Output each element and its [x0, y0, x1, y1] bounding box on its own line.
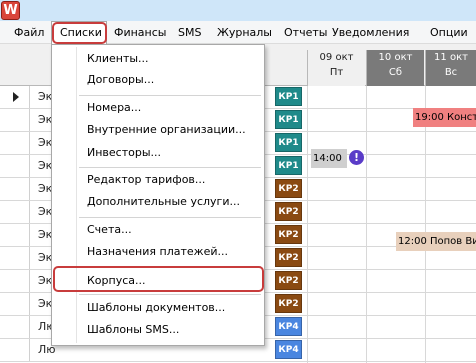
- menu-item-investors[interactable]: Инвесторы...: [87, 142, 161, 164]
- day-date: 11 окт: [434, 52, 468, 63]
- menu-item-payment-purposes[interactable]: Назначения платежей...: [87, 241, 228, 263]
- day-weekday: Пт: [329, 67, 344, 78]
- row-selector[interactable]: [0, 339, 30, 361]
- lists-dropdown-menu: Клиенты... Договоры... Номера... Внутрен…: [51, 44, 265, 346]
- building-badge: КР1: [275, 156, 302, 175]
- menu-reports[interactable]: Отчеты: [284, 21, 327, 44]
- menu-lists[interactable]: Списки: [51, 21, 107, 44]
- title-bar: W: [0, 0, 476, 21]
- menu-separator: [79, 266, 261, 267]
- menu-item-document-templates[interactable]: Шаблоны документов...: [87, 297, 225, 319]
- menu-separator: [79, 217, 261, 218]
- menu-separator: [79, 167, 261, 168]
- app-logo-icon[interactable]: W: [1, 1, 20, 20]
- menu-item-clients[interactable]: Клиенты...: [87, 48, 149, 70]
- building-badge: КР2: [275, 179, 302, 198]
- menu-bar: Файл Списки Финансы SMS Журналы Отчеты У…: [0, 21, 476, 44]
- row-selector[interactable]: [0, 224, 30, 246]
- row-selector[interactable]: [0, 132, 30, 154]
- current-row-arrow-icon: [13, 92, 19, 102]
- day-date: 09 окт: [319, 52, 354, 63]
- alert-icon[interactable]: !: [349, 150, 364, 165]
- menu-finance[interactable]: Финансы: [114, 21, 166, 44]
- grid-divider: [366, 86, 367, 363]
- menu-item-extra-services[interactable]: Дополнительные услуги...: [87, 191, 240, 213]
- grid-divider: [425, 86, 426, 363]
- menu-item-contracts[interactable]: Договоры...: [87, 69, 154, 91]
- menu-separator: [79, 294, 261, 295]
- building-badge: КР2: [275, 271, 302, 290]
- day-date: 10 окт: [378, 52, 413, 63]
- building-badge: КР2: [275, 225, 302, 244]
- menu-sms[interactable]: SMS: [178, 21, 201, 44]
- menu-item-rooms[interactable]: Номера...: [87, 97, 141, 119]
- day-header[interactable]: 11 окт Вс: [425, 50, 476, 86]
- menu-journals[interactable]: Журналы: [217, 21, 272, 44]
- booking-block[interactable]: 19:00 Конст: [413, 108, 476, 127]
- menu-item-internal-orgs[interactable]: Внутренние организации...: [87, 119, 246, 141]
- row-selector[interactable]: [0, 293, 30, 315]
- menu-item-buildings[interactable]: Корпуса...: [87, 270, 146, 292]
- menu-options[interactable]: Опции: [430, 21, 468, 44]
- menu-item-invoices[interactable]: Счета...: [87, 219, 132, 241]
- building-badge: КР1: [275, 133, 302, 152]
- row-selector[interactable]: [0, 247, 30, 269]
- day-weekday: Сб: [388, 67, 403, 78]
- building-badge: КР2: [275, 202, 302, 221]
- row-selector[interactable]: [0, 316, 30, 338]
- menu-file[interactable]: Файл: [14, 21, 44, 44]
- row-selector[interactable]: [0, 86, 30, 108]
- day-weekday: Вс: [444, 67, 458, 78]
- row-selector[interactable]: [0, 155, 30, 177]
- day-header[interactable]: 09 окт Пт: [307, 50, 365, 86]
- menu-item-tariff-editor[interactable]: Редактор тарифов...: [87, 169, 205, 191]
- building-badge: КР4: [275, 317, 302, 336]
- menu-notifications[interactable]: Уведомления: [332, 21, 409, 44]
- menu-separator: [79, 95, 261, 96]
- building-badge: КР1: [275, 110, 302, 129]
- booking-block[interactable]: 12:00 Попов Ви: [396, 232, 476, 251]
- menu-item-sms-templates[interactable]: Шаблоны SMS...: [87, 319, 179, 341]
- menu-icon-gutter: [76, 47, 77, 343]
- row-selector[interactable]: [0, 178, 30, 200]
- booking-block[interactable]: 14:00: [311, 149, 347, 168]
- row-selector[interactable]: [0, 201, 30, 223]
- row-selector[interactable]: [0, 109, 30, 131]
- building-badge: КР1: [275, 87, 302, 106]
- building-badge: КР4: [275, 340, 302, 359]
- building-badge: КР2: [275, 294, 302, 313]
- building-badge: КР2: [275, 248, 302, 267]
- day-header[interactable]: 10 окт Сб: [366, 50, 424, 86]
- grid-divider: [307, 86, 308, 363]
- row-selector[interactable]: [0, 270, 30, 292]
